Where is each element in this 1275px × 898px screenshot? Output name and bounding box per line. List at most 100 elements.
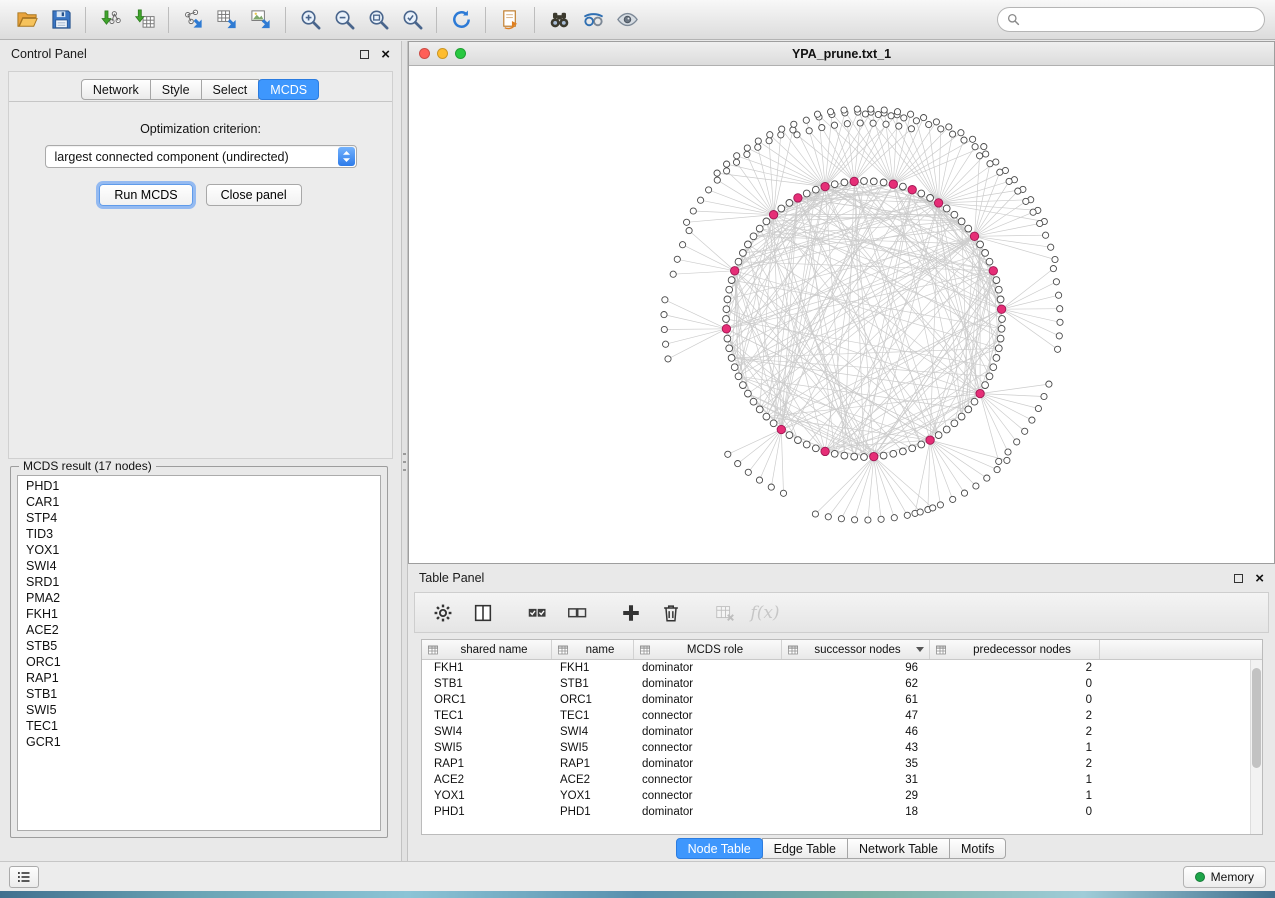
import-table-icon[interactable]: [127, 5, 161, 35]
mcds-result-item[interactable]: TID3: [18, 526, 380, 542]
zoom-out-icon[interactable]: [327, 5, 361, 35]
binoculars-icon[interactable]: [542, 5, 576, 35]
column-header-name[interactable]: name: [552, 640, 634, 659]
close-table-panel-icon[interactable]: ×: [1255, 571, 1264, 586]
tab-select[interactable]: Select: [201, 79, 260, 100]
export-network-icon[interactable]: [176, 5, 210, 35]
column-label: MCDS role: [654, 644, 776, 656]
mcds-result-item[interactable]: PMA2: [18, 590, 380, 606]
table-scrollbar-thumb[interactable]: [1252, 668, 1261, 768]
table-cell: dominator: [634, 758, 782, 770]
dropdown-selected-value: largest connected component (undirected): [55, 150, 289, 164]
toolbar-separator: [168, 7, 169, 33]
save-icon[interactable]: [44, 5, 78, 35]
column-header-shared-name[interactable]: shared name: [422, 640, 552, 659]
table-cell: 0: [930, 694, 1100, 706]
table-row[interactable]: YOX1YOX1connector291: [422, 788, 1262, 804]
mcds-result-item[interactable]: CAR1: [18, 494, 380, 510]
table-cell: YOX1: [422, 790, 552, 802]
search-box[interactable]: [997, 7, 1265, 32]
tab-network[interactable]: Network: [81, 79, 151, 100]
select-all-rows-icon[interactable]: [521, 597, 553, 629]
mcds-result-item[interactable]: STB5: [18, 638, 380, 654]
deselect-all-rows-icon[interactable]: [561, 597, 593, 629]
mcds-result-item[interactable]: SRD1: [18, 574, 380, 590]
table-row[interactable]: RAP1RAP1dominator352: [422, 756, 1262, 772]
table-row[interactable]: SWI4SWI4dominator462: [422, 724, 1262, 740]
open-folder-icon[interactable]: [10, 5, 44, 35]
table-cell: 2: [930, 662, 1100, 674]
panel-menu-button[interactable]: [9, 866, 39, 888]
table-row[interactable]: STB1STB1dominator620: [422, 676, 1262, 692]
mcds-result-item[interactable]: STP4: [18, 510, 380, 526]
mcds-result-item[interactable]: ACE2: [18, 622, 380, 638]
import-network-icon[interactable]: [93, 5, 127, 35]
mcds-result-item[interactable]: YOX1: [18, 542, 380, 558]
table-row[interactable]: ACE2ACE2connector311: [422, 772, 1262, 788]
tab-node-table[interactable]: Node Table: [676, 838, 763, 859]
table-row[interactable]: ORC1ORC1dominator610: [422, 692, 1262, 708]
table-row[interactable]: PHD1PHD1dominator180: [422, 804, 1262, 820]
mcds-result-item[interactable]: GCR1: [18, 734, 380, 750]
run-mcds-button[interactable]: Run MCDS: [99, 184, 192, 206]
column-header-predecessor-nodes[interactable]: predecessor nodes: [930, 640, 1100, 659]
window-maximize-button[interactable]: [455, 48, 466, 59]
table-cell: PHD1: [552, 806, 634, 818]
mcds-result-item[interactable]: PHD1: [18, 478, 380, 494]
mcds-result-item[interactable]: SWI4: [18, 558, 380, 574]
mcds-result-item[interactable]: RAP1: [18, 670, 380, 686]
tab-edge-table[interactable]: Edge Table: [762, 838, 848, 859]
close-panel-icon[interactable]: ×: [381, 47, 390, 62]
table-cell: 2: [930, 726, 1100, 738]
mcds-result-item[interactable]: SWI5: [18, 702, 380, 718]
application-window: Control Panel × NetworkStyleSelectMCDS O…: [0, 0, 1275, 898]
mcds-result-item[interactable]: FKH1: [18, 606, 380, 622]
mcds-result-item[interactable]: ORC1: [18, 654, 380, 670]
table-cell: 31: [782, 774, 930, 786]
toggle-columns-icon[interactable]: [467, 597, 499, 629]
optimization-criterion-dropdown[interactable]: largest connected component (undirected): [45, 145, 357, 168]
control-panel-titlebar: Control Panel ×: [0, 41, 401, 67]
node-table: shared name name MCDS role successor nodesp…: [421, 639, 1263, 835]
column-header-successor-nodes[interactable]: successor nodes: [782, 640, 930, 659]
float-table-panel-icon[interactable]: [1234, 574, 1243, 583]
table-settings-gear-icon[interactable]: [427, 597, 459, 629]
table-row[interactable]: FKH1FKH1dominator962: [422, 660, 1262, 676]
mcds-result-list[interactable]: PHD1CAR1STP4TID3YOX1SWI4SRD1PMA2FKH1ACE2…: [17, 475, 381, 831]
tab-motifs[interactable]: Motifs: [949, 838, 1006, 859]
search-input[interactable]: [1026, 13, 1255, 27]
mcds-result-item[interactable]: TEC1: [18, 718, 380, 734]
column-header-mcds-role[interactable]: MCDS role: [634, 640, 782, 659]
add-row-icon[interactable]: [615, 597, 647, 629]
zoom-in-icon[interactable]: [293, 5, 327, 35]
mcds-result-item[interactable]: STB1: [18, 686, 380, 702]
table-cell: FKH1: [422, 662, 552, 674]
zoom-fit-icon[interactable]: [361, 5, 395, 35]
tab-style[interactable]: Style: [150, 79, 202, 100]
delete-row-icon[interactable]: [655, 597, 687, 629]
close-panel-button[interactable]: Close panel: [206, 184, 302, 206]
delete-table-icon: [709, 597, 741, 629]
export-image-icon[interactable]: [244, 5, 278, 35]
refresh-icon[interactable]: [444, 5, 478, 35]
column-label: name: [572, 644, 628, 656]
table-cell: 2: [930, 758, 1100, 770]
table-cell: dominator: [634, 726, 782, 738]
eye-icon[interactable]: [610, 5, 644, 35]
window-minimize-button[interactable]: [437, 48, 448, 59]
memory-button[interactable]: Memory: [1183, 866, 1266, 888]
window-close-button[interactable]: [419, 48, 430, 59]
copy-document-icon[interactable]: [493, 5, 527, 35]
network-graph-canvas[interactable]: [409, 66, 1274, 563]
tab-network-table[interactable]: Network Table: [847, 838, 950, 859]
glasses-icon[interactable]: [576, 5, 610, 35]
tab-mcds[interactable]: MCDS: [258, 79, 319, 100]
export-table-icon[interactable]: [210, 5, 244, 35]
table-cell: dominator: [634, 694, 782, 706]
table-row[interactable]: SWI5SWI5connector431: [422, 740, 1262, 756]
float-panel-icon[interactable]: [360, 50, 369, 59]
zoom-selected-icon[interactable]: [395, 5, 429, 35]
table-scrollbar[interactable]: [1250, 660, 1262, 834]
table-row[interactable]: TEC1TEC1connector472: [422, 708, 1262, 724]
table-cell: 29: [782, 790, 930, 802]
